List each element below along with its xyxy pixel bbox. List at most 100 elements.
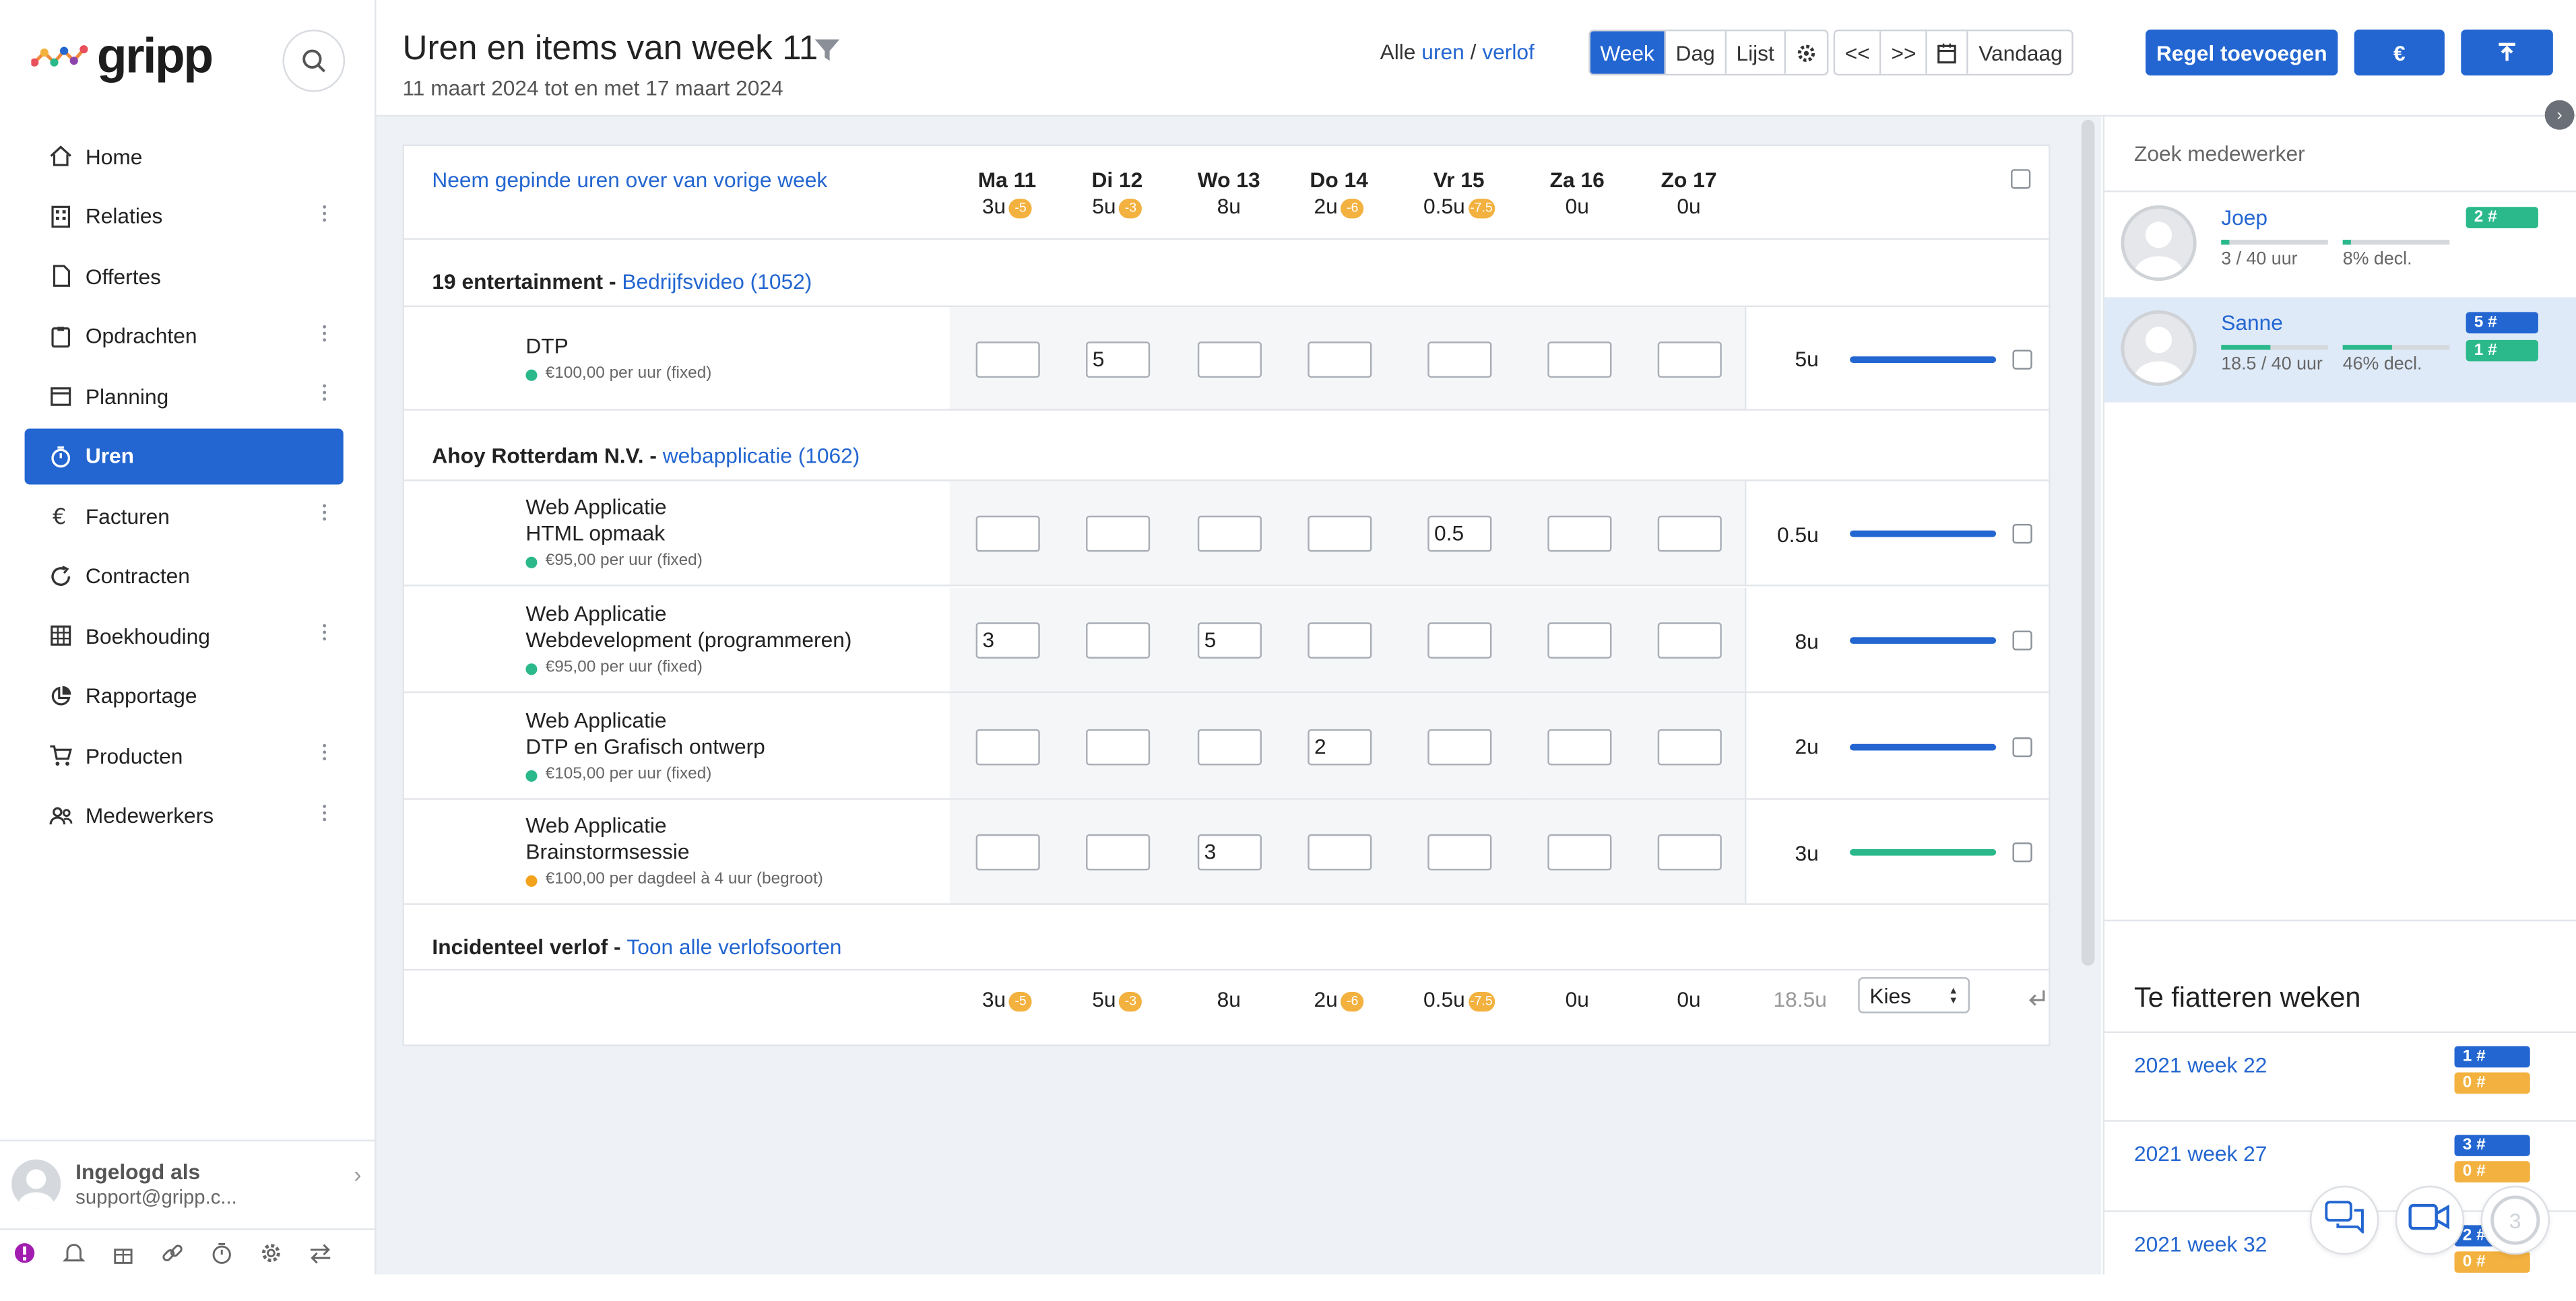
switch-icon[interactable]: [296, 1242, 345, 1265]
sidebar-item-facturen[interactable]: € Facturen: [25, 488, 344, 543]
hours-input[interactable]: [1657, 729, 1722, 766]
approval-week-link[interactable]: 2021 week 27: [2134, 1141, 2267, 1166]
hours-input[interactable]: [1547, 341, 1612, 378]
hours-input[interactable]: [1547, 515, 1612, 552]
approval-week-link[interactable]: 2021 week 22: [2134, 1053, 2267, 1077]
hours-input[interactable]: [1547, 729, 1612, 766]
hours-input[interactable]: [1197, 729, 1262, 766]
sidebar-item-planning[interactable]: Planning: [25, 368, 344, 424]
employee-name[interactable]: Joep: [2221, 205, 2267, 230]
more-options-icon[interactable]: [322, 622, 327, 648]
hours-input[interactable]: [1308, 622, 1372, 659]
hours-input[interactable]: [1657, 515, 1722, 552]
hours-input[interactable]: 0.5: [1427, 515, 1492, 552]
hours-input[interactable]: 3: [1197, 834, 1262, 871]
gripp-logo[interactable]: gripp: [31, 30, 214, 86]
hours-input[interactable]: [1308, 834, 1372, 871]
project-link[interactable]: webapplicatie (1062): [663, 443, 860, 468]
row-checkbox[interactable]: [2012, 737, 2032, 758]
hours-input[interactable]: [1086, 834, 1151, 871]
row-checkbox[interactable]: [2012, 630, 2032, 650]
approval-week-link[interactable]: 2021 week 32: [2134, 1232, 2267, 1257]
bell-icon[interactable]: [49, 1242, 98, 1265]
filter-uren-link[interactable]: uren: [1421, 40, 1464, 65]
today-button[interactable]: Vandaag: [1968, 31, 2073, 74]
sidebar-item-contracten[interactable]: Contracten: [25, 547, 344, 603]
leave-type-select[interactable]: Kies ▲▼: [1858, 977, 1970, 1013]
hours-input[interactable]: [1657, 834, 1722, 871]
hours-input[interactable]: [1308, 341, 1372, 378]
enter-icon[interactable]: [2027, 987, 2047, 1012]
logged-in-user[interactable]: Ingelogd als support@gripp.c... ›: [0, 1139, 375, 1221]
select-all-checkbox[interactable]: [2011, 169, 2031, 189]
add-row-button[interactable]: Regel toevoegen: [2146, 29, 2338, 76]
hours-input[interactable]: [1427, 622, 1492, 659]
collapse-panel-button[interactable]: ›: [2544, 100, 2575, 130]
euro-button[interactable]: €: [2354, 29, 2445, 76]
copy-pinned-hours-link[interactable]: Neem gepinde uren over van vorige week: [432, 168, 827, 193]
sidebar-item-boekhouding[interactable]: Boekhouding: [25, 607, 344, 663]
hours-input[interactable]: [1086, 622, 1151, 659]
hours-input[interactable]: [1086, 729, 1151, 766]
hours-input[interactable]: [975, 341, 1040, 378]
hours-input[interactable]: [1308, 515, 1372, 552]
hours-input[interactable]: [975, 729, 1040, 766]
timer-icon[interactable]: [197, 1242, 247, 1265]
more-options-icon[interactable]: [322, 323, 327, 349]
hours-input[interactable]: [1427, 729, 1492, 766]
previous-week-button[interactable]: <<: [1835, 31, 1881, 74]
vertical-scrollbar[interactable]: [2081, 120, 2095, 966]
view-day-button[interactable]: Dag: [1665, 31, 1727, 74]
employee-search-input[interactable]: Zoek medewerker: [2134, 141, 2305, 166]
hours-input[interactable]: 5: [1086, 341, 1151, 378]
employee-name[interactable]: Sanne: [2221, 310, 2283, 335]
hours-input[interactable]: [1547, 622, 1612, 659]
export-button[interactable]: [2461, 29, 2553, 76]
hours-input[interactable]: [1197, 515, 1262, 552]
hours-input[interactable]: [1086, 515, 1151, 552]
hours-input[interactable]: 2: [1308, 729, 1372, 766]
video-button[interactable]: [2395, 1185, 2465, 1255]
view-week-button[interactable]: Week: [1590, 31, 1666, 74]
next-week-button[interactable]: >>: [1881, 31, 1928, 74]
hours-input[interactable]: 5: [1197, 622, 1262, 659]
help-button[interactable]: 3: [2480, 1185, 2550, 1255]
hours-input[interactable]: [975, 834, 1040, 871]
sidebar-item-uren[interactable]: Uren: [24, 428, 344, 484]
sidebar-item-rapportage[interactable]: Rapportage: [25, 667, 344, 723]
link-icon[interactable]: [148, 1242, 197, 1265]
hours-input[interactable]: [1197, 341, 1262, 378]
more-options-icon[interactable]: [322, 502, 327, 529]
view-list-button[interactable]: Lijst: [1726, 31, 1786, 74]
more-options-icon[interactable]: [322, 382, 327, 409]
hours-input[interactable]: [975, 515, 1040, 552]
global-search-button[interactable]: [282, 29, 346, 92]
more-options-icon[interactable]: [322, 203, 327, 229]
employee-item[interactable]: Sanne 18.5 / 40 uur 46% decl. 5 # 1 #: [2104, 297, 2576, 403]
row-checkbox[interactable]: [2012, 349, 2032, 370]
sidebar-item-home[interactable]: Home: [25, 128, 344, 184]
sidebar-item-medewerkers[interactable]: Medewerkers: [25, 787, 344, 843]
sidebar-item-offertes[interactable]: Offertes: [25, 248, 344, 304]
date-picker-button[interactable]: [1927, 31, 1969, 74]
hours-input[interactable]: [1427, 341, 1492, 378]
filter-verlof-link[interactable]: verlof: [1482, 40, 1535, 65]
sidebar-item-opdrachten[interactable]: Opdrachten: [25, 308, 344, 364]
more-options-icon[interactable]: [322, 742, 327, 768]
gift-icon[interactable]: [98, 1242, 148, 1265]
hours-input[interactable]: 3: [975, 622, 1040, 659]
show-all-leave-types-link[interactable]: Toon alle verlofsoorten: [626, 935, 841, 960]
project-link[interactable]: Bedrijfsvideo (1052): [622, 269, 812, 294]
chat-button[interactable]: [2309, 1185, 2379, 1255]
employee-item[interactable]: Joep 3 / 40 uur 8% decl. 2 #: [2104, 192, 2576, 297]
filter-icon[interactable]: [814, 39, 840, 63]
hours-input[interactable]: [1657, 622, 1722, 659]
row-checkbox[interactable]: [2012, 523, 2032, 544]
sidebar-item-relaties[interactable]: Relaties: [25, 188, 344, 244]
hours-input[interactable]: [1657, 341, 1722, 378]
row-checkbox[interactable]: [2012, 842, 2032, 863]
gear-icon[interactable]: [247, 1242, 296, 1265]
view-settings-button[interactable]: [1785, 31, 1827, 74]
sidebar-item-producten[interactable]: Producten: [25, 727, 344, 783]
more-options-icon[interactable]: [322, 802, 327, 828]
